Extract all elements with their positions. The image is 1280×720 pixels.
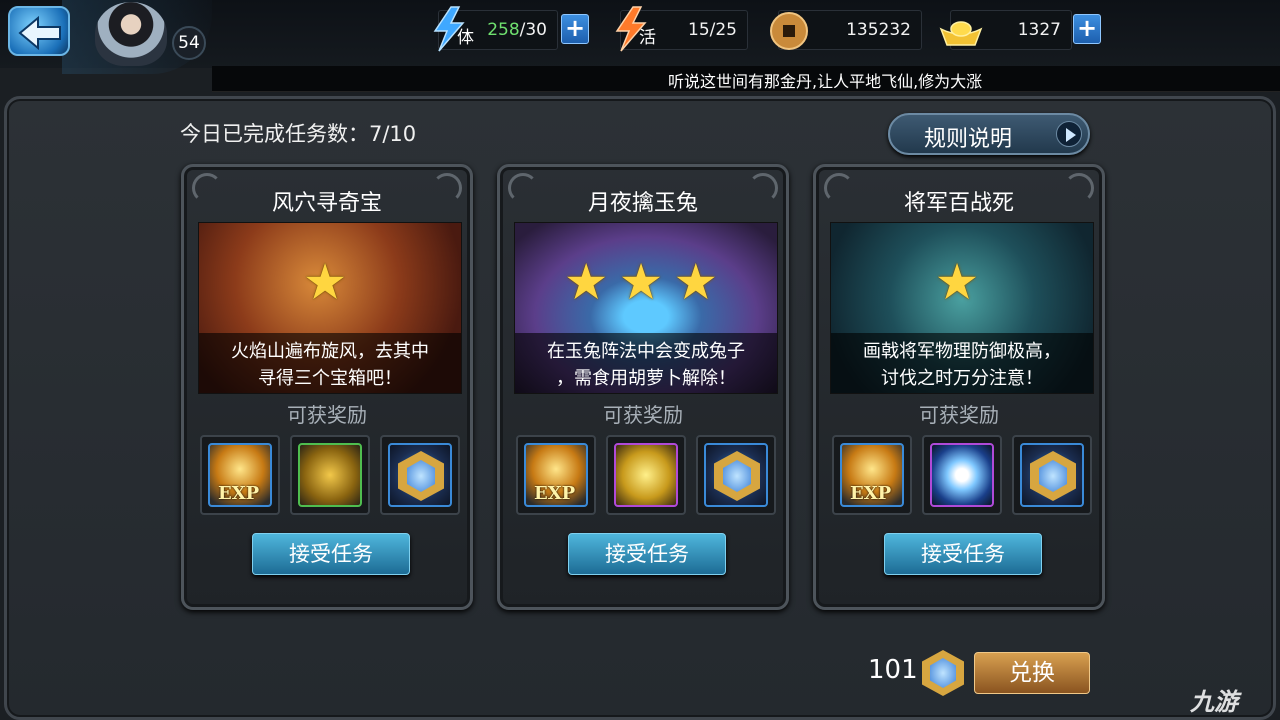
reward-list: EXP [832,435,1092,515]
task-title: 风穴寻奇宝 [271,191,382,216]
task-description: 画戟将军物理防御极高， 讨伐之时万分注意！ [831,333,1093,393]
reward-slot[interactable]: EXP [516,435,596,515]
rules-button-label: 规则说明 [924,127,1013,152]
add-stamina-button[interactable]: + [561,14,589,44]
ticker-text: 听说这世间有那金丹,让人平地飞仙,修为大涨 [668,72,983,91]
exchange-button[interactable]: 兑换 [974,652,1090,694]
gem-hexagon-icon [704,443,768,507]
stamina-label: 体 [457,28,474,48]
vitality-value: 15/25 [688,20,737,40]
reward-slot[interactable] [922,435,1002,515]
reward-label: 可获奖励 [603,403,683,427]
task-description: 火焰山遍布旋风，去其中 寻得三个宝箱吧！ [199,333,461,393]
accept-task-button[interactable]: 接受任务 [884,533,1042,575]
reward-slot[interactable]: EXP [832,435,912,515]
task-title: 月夜擒玉兔 [587,191,698,216]
task-image: ★ 火焰山遍布旋风，去其中 寻得三个宝箱吧！ [198,222,462,394]
player-avatar[interactable] [95,2,167,66]
stamina-value: 258/30 [487,20,547,40]
gem-hexagon-icon [388,443,452,507]
watermark-logo: 九游 [1190,688,1238,716]
exp-scroll-icon: EXP [524,443,588,507]
task-description: 在玉兔阵法中会变成兔子 ，需食用胡萝卜解除！ [515,333,777,393]
back-button[interactable] [8,6,70,56]
difficulty-stars: ★★★ [563,253,729,311]
gold-coins-icon [298,443,362,507]
task-title: 将军百战死 [903,191,1014,216]
spirit-orb-icon [930,443,994,507]
player-level-badge: 54 [172,26,206,60]
ingot-box: 1327 [939,10,1072,50]
rules-button[interactable]: 规则说明 [888,113,1090,155]
exp-scroll-icon: EXP [208,443,272,507]
play-arrow-icon [1056,121,1082,147]
reward-slot[interactable] [1012,435,1092,515]
gem-hexagon-icon [1020,443,1084,507]
task-image: ★ 画戟将军物理防御极高， 讨伐之时万分注意！ [830,222,1094,394]
task-image: ★★★ 在玉兔阵法中会变成兔子 ，需食用胡萝卜解除！ [514,222,778,394]
vitality-label: 活 [639,28,656,48]
task-card: 月夜擒玉兔 ★★★ 在玉兔阵法中会变成兔子 ，需食用胡萝卜解除！ 可获奖励 EX… [497,164,789,610]
back-arrow-icon [18,16,61,50]
gold-ingot-icon [939,21,983,46]
reward-slot[interactable] [696,435,776,515]
stamina-box: 体 258/30 [433,6,558,52]
news-ticker: 听说这世间有那金丹,让人平地飞仙,修为大涨 [212,66,1280,92]
reward-slot[interactable] [380,435,460,515]
difficulty-stars: ★ [934,253,990,311]
copper-coin-icon [770,12,808,50]
reward-slot[interactable] [290,435,370,515]
task-card: 将军百战死 ★ 画戟将军物理防御极高， 讨伐之时万分注意！ 可获奖励 EXP 接… [813,164,1105,610]
vitality-box: 活 15/25 [615,6,748,52]
ingot-value: 1327 [1017,20,1061,40]
copper-value: 135232 [846,20,911,40]
reward-list: EXP [516,435,776,515]
gem-count: 101 [868,655,918,685]
reward-slot[interactable] [606,435,686,515]
add-ingot-button[interactable]: + [1073,14,1101,44]
difficulty-stars: ★ [302,253,358,311]
completed-tasks-count: 今日已完成任务数：7/10 [180,122,417,146]
exp-scroll-icon: EXP [840,443,904,507]
accept-task-button[interactable]: 接受任务 [252,533,410,575]
task-card: 风穴寻奇宝 ★ 火焰山遍布旋风，去其中 寻得三个宝箱吧！ 可获奖励 EXP 接受… [181,164,473,610]
accept-task-button[interactable]: 接受任务 [568,533,726,575]
reward-label: 可获奖励 [919,403,999,427]
reward-slot[interactable]: EXP [200,435,280,515]
reward-label: 可获奖励 [287,403,367,427]
reward-list: EXP [200,435,460,515]
copper-box: 135232 [770,10,922,50]
gold-pile-icon [614,443,678,507]
